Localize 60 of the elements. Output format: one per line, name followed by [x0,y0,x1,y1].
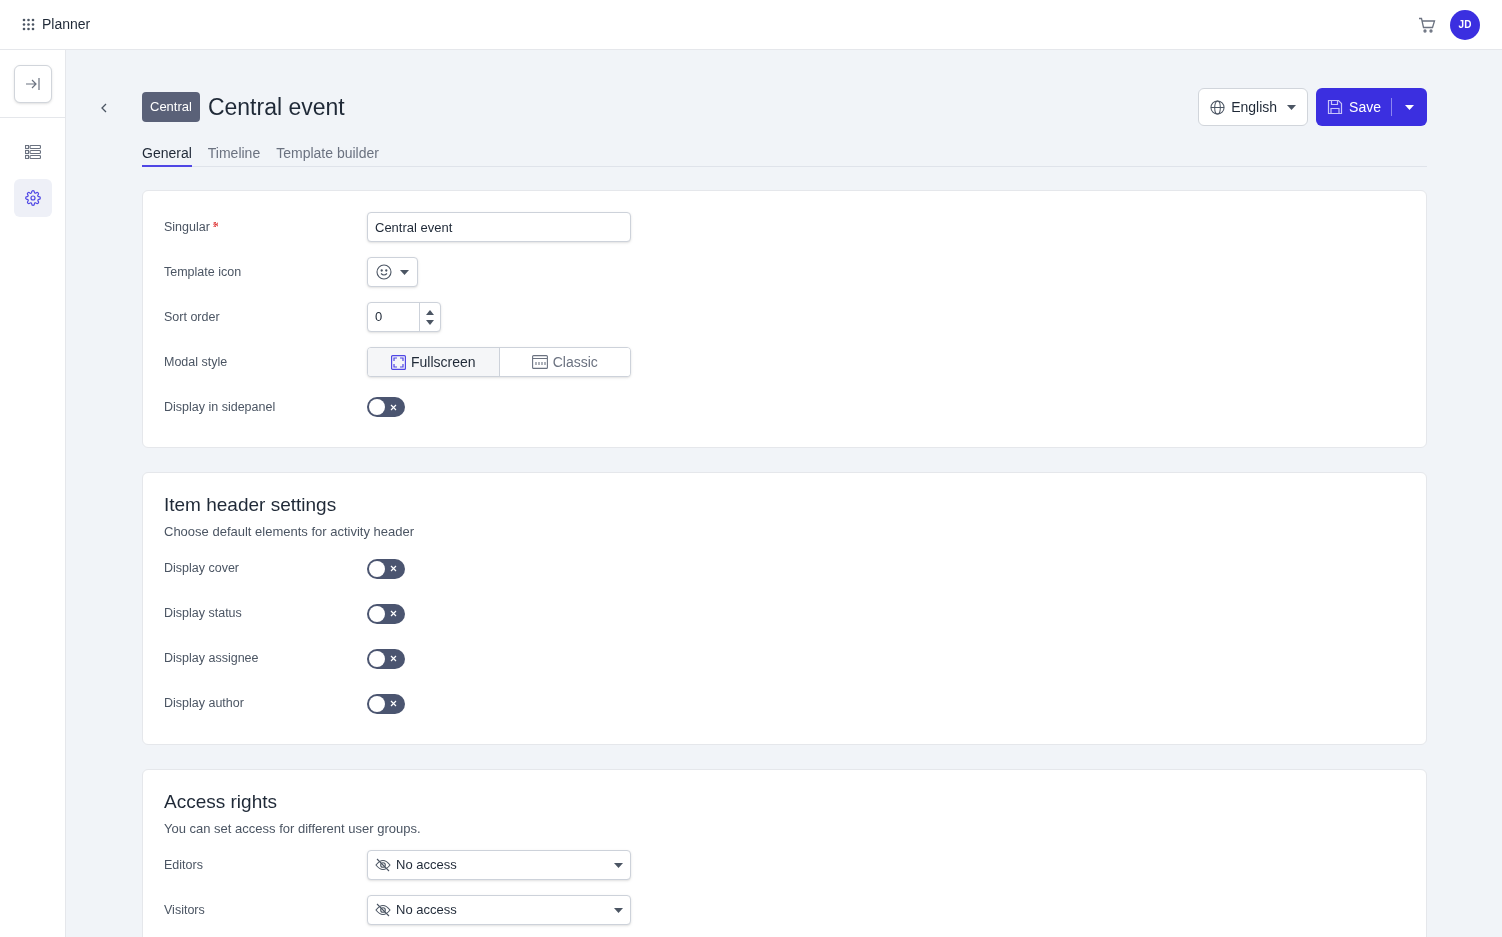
field-label: Singular [164,218,210,236]
page-title: Central event [207,92,345,122]
cart-icon[interactable] [1418,16,1436,33]
access-dropdown[interactable]: No access [367,850,631,880]
toggle-switch[interactable] [367,558,405,579]
close-icon [389,700,397,707]
field-label: Template icon [164,263,242,281]
tab[interactable]: Timeline [207,146,261,167]
section-description: Choose default elements for activity header [164,523,416,541]
tab[interactable]: Template builder [276,146,379,167]
close-icon [389,403,397,411]
toggle-switch[interactable] [367,397,405,417]
toggle-switch[interactable] [367,693,405,714]
language-dropdown[interactable]: English [1198,88,1309,126]
globe-icon [1210,99,1226,115]
toggle-switch[interactable] [367,603,405,624]
user-avatar[interactable]: JD [1450,9,1480,40]
app-name: Planner [42,15,91,34]
caret-down-icon [614,907,623,913]
field-label: Display author [164,695,244,713]
window-icon [531,355,548,369]
field-label: Display status [164,605,242,623]
close-icon [389,655,397,662]
field-label: Display cover [164,560,240,578]
caret-down-icon [1287,104,1297,110]
text-field[interactable]: Central event [367,212,631,242]
section-title: Item header settings [164,493,338,517]
field-label: Display in sidepanel [164,398,276,416]
icon-picker[interactable] [367,257,418,287]
sidebar-item[interactable] [13,179,52,217]
close-icon [389,565,397,572]
field-label: Editors [164,856,203,874]
eye-off-icon [375,858,391,872]
apps-grid-icon[interactable] [22,18,35,31]
arrow-to-line-icon [24,76,41,91]
number-field[interactable]: 0 [367,302,441,332]
segment-option[interactable]: Classic [498,348,630,376]
settings-icon [24,190,41,206]
section-title: Access rights [164,789,278,814]
decrement-icon[interactable] [426,319,434,325]
field-label: Visitors [164,901,205,919]
toggle-switch[interactable] [367,648,405,669]
segment-option[interactable]: Fullscreen [368,348,499,376]
eye-off-icon [375,903,391,917]
smiley-icon [376,264,392,280]
field-label: Sort order [164,308,220,326]
close-icon [389,610,397,617]
chevron-left-icon [101,103,107,113]
category-badge: Central [142,92,200,122]
caret-down-icon [400,269,409,275]
tab[interactable]: General [142,146,192,167]
caret-down-icon [614,862,623,868]
list-icon [24,145,41,159]
access-dropdown[interactable]: No access [367,895,631,925]
field-label: Display assignee [164,650,259,668]
increment-icon[interactable] [426,309,434,315]
section-description: You can set access for different user groups. [164,819,422,838]
fullscreen-icon [390,354,406,370]
caret-down-icon [1405,104,1414,110]
field-label: Modal style [164,353,228,371]
